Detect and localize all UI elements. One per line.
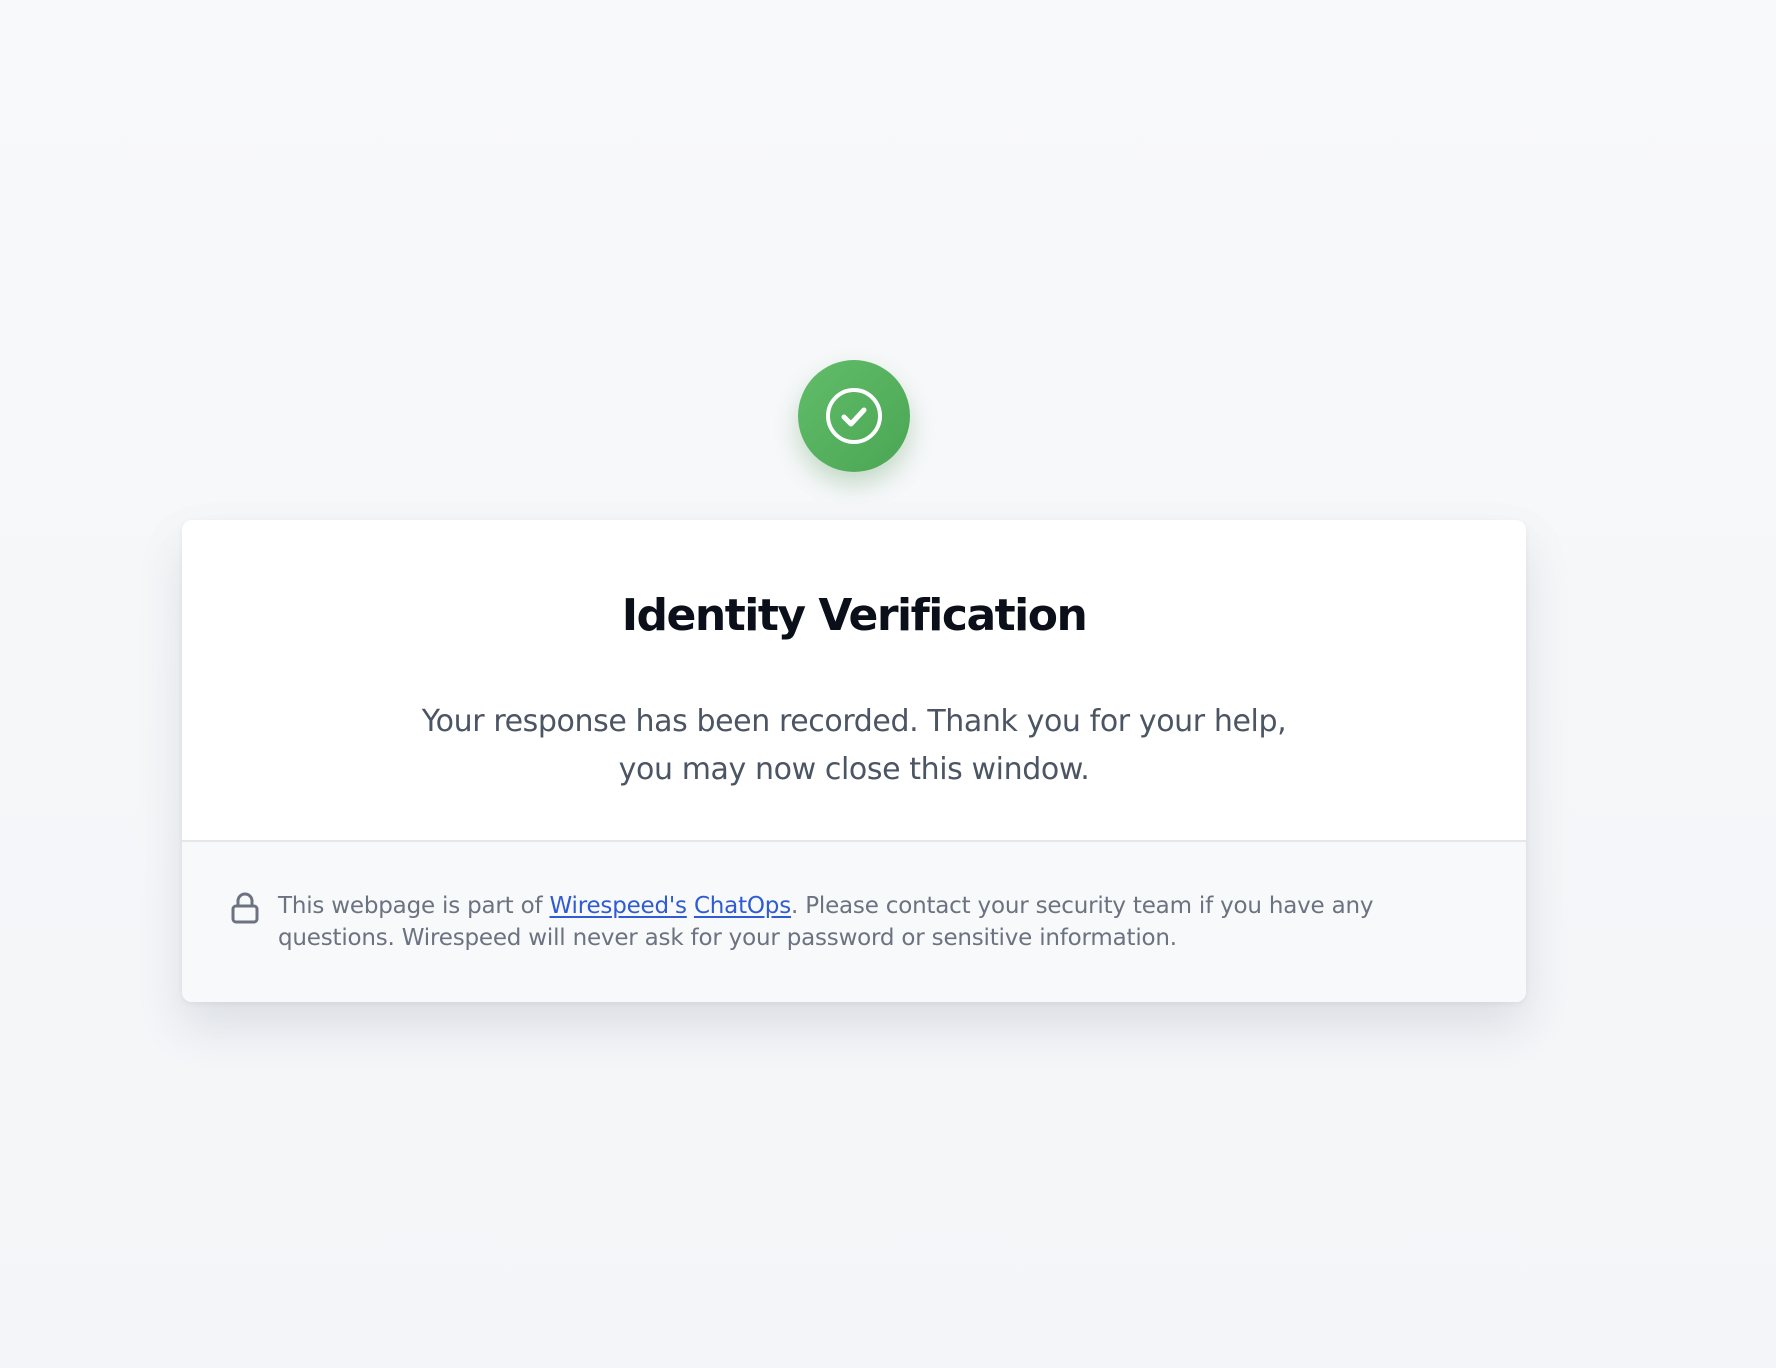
lock-icon bbox=[231, 892, 259, 924]
page-title: Identity Verification bbox=[621, 590, 1088, 641]
notice-link-spacer bbox=[687, 893, 694, 919]
notice-text-before: This webpage is part of bbox=[278, 893, 550, 919]
security-notice: This webpage is part of Wirespeed's Chat… bbox=[278, 890, 1438, 954]
success-badge bbox=[798, 360, 910, 472]
verification-card: Identity Verification Your response has … bbox=[182, 520, 1526, 1002]
wirespeed-link[interactable]: Wirespeed's bbox=[549, 893, 687, 919]
confirmation-message: Your response has been recorded. Thank y… bbox=[421, 704, 1287, 787]
card-body: Identity Verification Your response has … bbox=[182, 520, 1526, 840]
check-circle-icon bbox=[826, 388, 882, 444]
card-footer: This webpage is part of Wirespeed's Chat… bbox=[182, 842, 1526, 1002]
chatops-link[interactable]: ChatOps bbox=[694, 893, 791, 919]
